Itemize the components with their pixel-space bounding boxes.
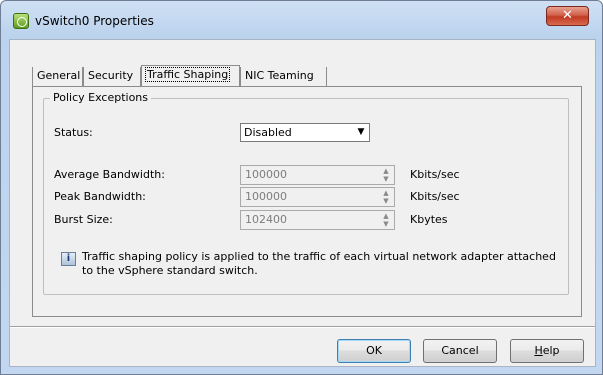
burst-size-label: Burst Size:: [54, 213, 113, 226]
tab-general[interactable]: General: [32, 67, 83, 86]
traffic-shaping-panel: Policy Exceptions Status: Disabled ▼ Ave…: [32, 86, 582, 317]
status-label: Status:: [54, 126, 93, 139]
peak-bandwidth-label: Peak Bandwidth:: [54, 190, 146, 203]
dialog-client-area: General Security Traffic Shaping NIC Tea…: [9, 39, 596, 367]
help-button[interactable]: Help: [510, 339, 584, 363]
help-hotkey: H: [534, 344, 543, 357]
info-message: Traffic shaping policy is applied to the…: [82, 250, 556, 277]
average-bandwidth-label: Average Bandwidth:: [54, 168, 165, 181]
status-dropdown[interactable]: Disabled ▼: [240, 123, 370, 142]
spinner-arrows-icon[interactable]: ▲ ▼: [380, 212, 392, 228]
burst-size-value: 102400: [245, 213, 287, 226]
average-bandwidth-input[interactable]: 100000 ▲ ▼: [240, 165, 395, 185]
tab-nic-teaming[interactable]: NIC Teaming: [240, 67, 327, 86]
close-button[interactable]: ✕: [546, 6, 589, 26]
help-label-rest: elp: [542, 344, 560, 357]
tab-label: Traffic Shaping: [144, 67, 231, 82]
average-bandwidth-unit: Kbits/sec: [410, 168, 460, 181]
tab-traffic-shaping[interactable]: Traffic Shaping: [141, 65, 240, 86]
peak-bandwidth-value: 100000: [245, 190, 287, 203]
average-bandwidth-value: 100000: [245, 168, 287, 181]
policy-exceptions-group: Policy Exceptions Status: Disabled ▼ Ave…: [43, 91, 569, 295]
spinner-arrows-icon[interactable]: ▲ ▼: [380, 189, 392, 205]
chevron-down-icon[interactable]: ▼: [353, 124, 369, 141]
properties-dialog: vSwitch0 Properties ✕ General Security T…: [0, 0, 603, 375]
peak-bandwidth-unit: Kbits/sec: [410, 190, 460, 203]
tab-label: NIC Teaming: [245, 69, 314, 82]
tab-label: Security: [88, 69, 134, 82]
tab-label: General: [37, 69, 81, 82]
window-title: vSwitch0 Properties: [35, 14, 154, 28]
burst-size-unit: Kbytes: [410, 213, 448, 226]
burst-size-input[interactable]: 102400 ▲ ▼: [240, 210, 395, 230]
info-icon: i: [61, 252, 76, 266]
tab-security[interactable]: Security: [83, 67, 141, 86]
title-bar[interactable]: vSwitch0 Properties ✕: [1, 1, 602, 39]
ok-button[interactable]: OK: [337, 339, 411, 363]
spinner-arrows-icon[interactable]: ▲ ▼: [380, 167, 392, 183]
group-title: Policy Exceptions: [50, 91, 152, 104]
cancel-button[interactable]: Cancel: [423, 339, 497, 363]
footer-separator: [10, 326, 595, 328]
vswitch-icon: [13, 13, 29, 29]
peak-bandwidth-input[interactable]: 100000 ▲ ▼: [240, 187, 395, 207]
status-value: Disabled: [244, 126, 292, 139]
